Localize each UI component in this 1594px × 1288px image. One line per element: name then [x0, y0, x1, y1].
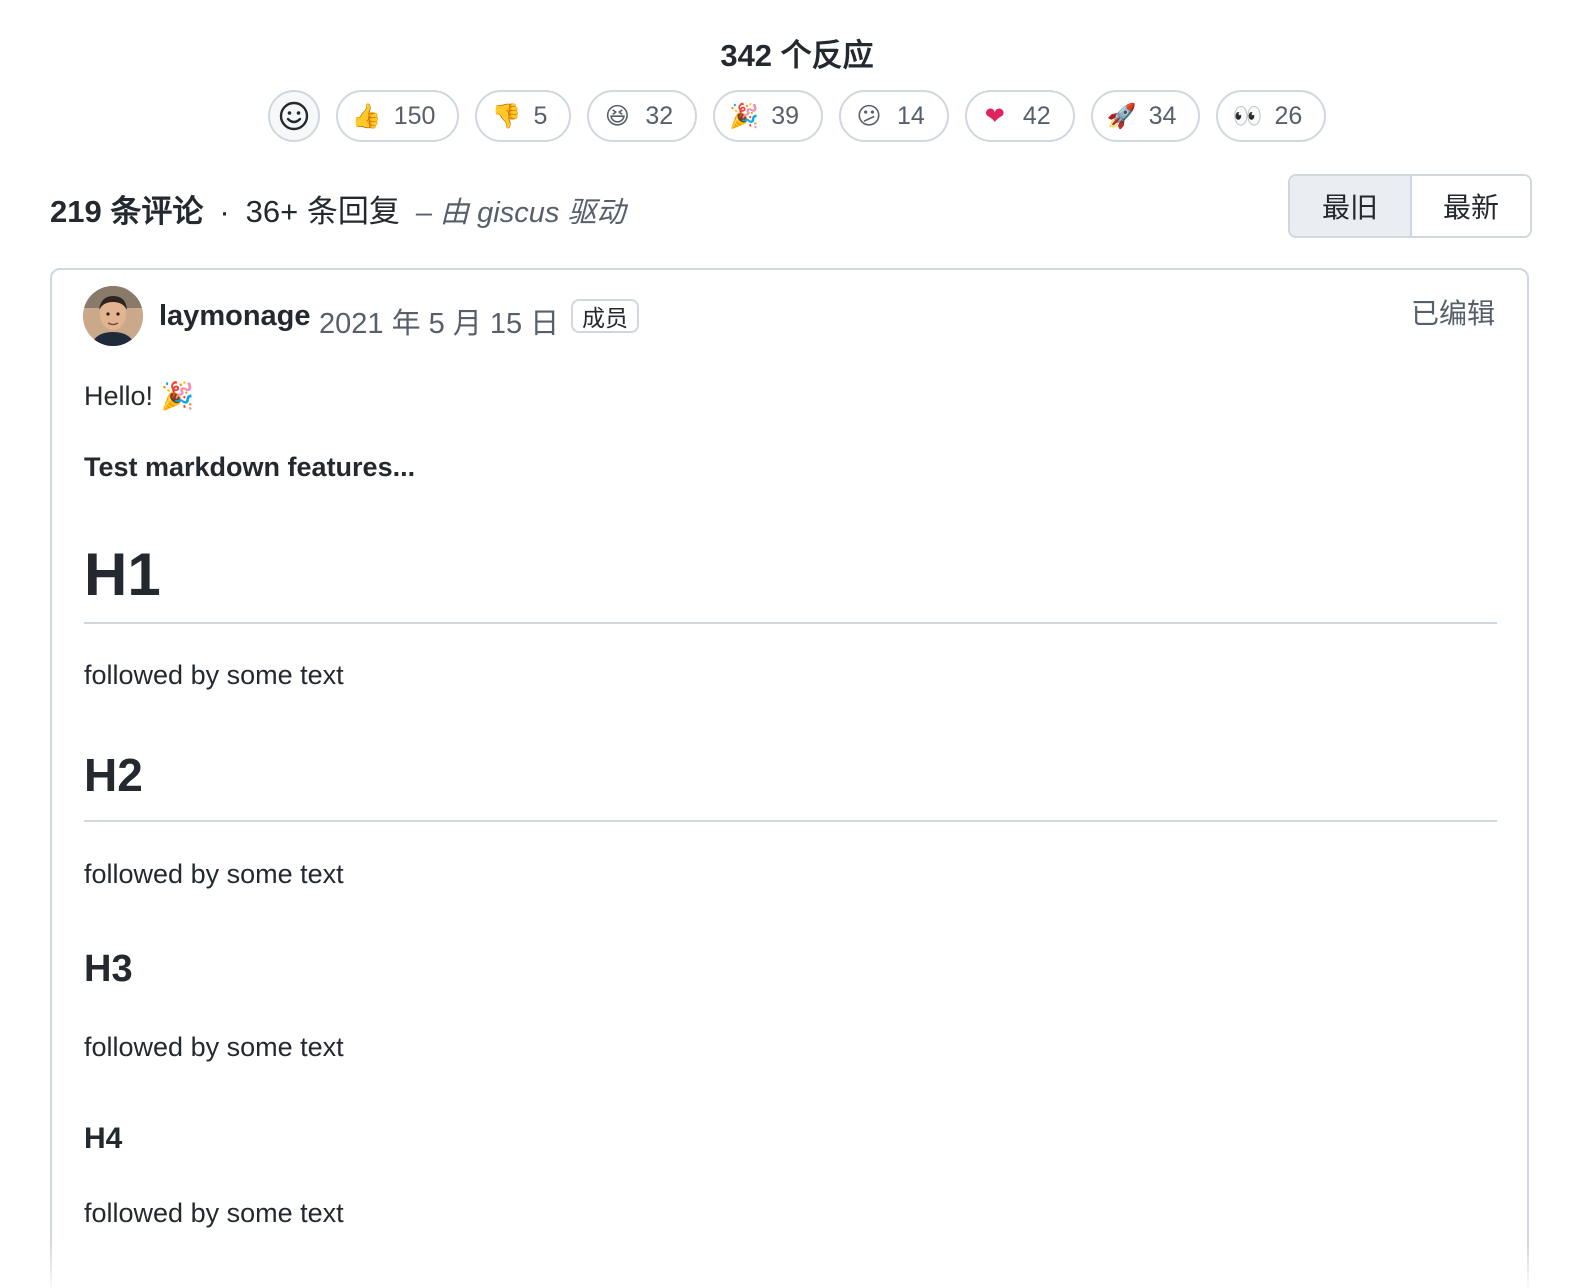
heading-divider — [84, 820, 1497, 822]
confused-face-icon: 😕 — [856, 102, 882, 130]
party-popper-icon: 🎉 — [729, 102, 760, 130]
sort-oldest-button[interactable]: 最旧 — [1290, 176, 1410, 236]
thumbs-down-icon: 👎 — [491, 102, 522, 130]
reaction-rocket-button[interactable]: 🚀 34 — [1090, 90, 1201, 142]
reaction-eyes-button[interactable]: 👀 26 — [1216, 90, 1327, 142]
body-paragraph: followed by some text — [84, 859, 344, 889]
reaction-laugh-button[interactable]: 😆 32 — [587, 90, 698, 142]
reaction-count: 34 — [1148, 101, 1177, 130]
member-badge: 成员 — [571, 299, 639, 333]
comment-date-link[interactable]: 2021 年 5 月 15 日 — [319, 300, 559, 342]
reaction-count: 39 — [771, 101, 799, 130]
reaction-confused-button[interactable]: 😕 14 — [839, 90, 949, 142]
heading-h4: H4 — [84, 1122, 123, 1155]
heading-h2: H2 — [84, 749, 143, 801]
reaction-count: 42 — [1022, 101, 1051, 130]
heart-icon: ❤ — [984, 102, 1005, 130]
sort-toggle: 最旧 最新 — [1288, 174, 1532, 238]
reaction-count: 26 — [1274, 101, 1303, 130]
reaction-count: 5 — [533, 101, 548, 130]
reply-count: 36+ 条回复 — [245, 194, 400, 229]
reaction-hooray-button[interactable]: 🎉 39 — [713, 90, 823, 142]
rocket-icon: 🚀 — [1106, 102, 1137, 130]
reaction-thumbs-up-button[interactable]: 👍 150 — [335, 90, 460, 142]
heading-h3: H3 — [84, 948, 133, 990]
laugh-icon: 😆 — [604, 102, 630, 130]
avatar[interactable] — [83, 286, 143, 346]
body-paragraph: followed by some text — [84, 1032, 344, 1062]
reaction-heart-button[interactable]: ❤ 42 — [964, 90, 1075, 142]
reaction-count: 32 — [645, 101, 674, 130]
thumbs-up-icon: 👍 — [351, 102, 382, 130]
body-paragraph: followed by some text — [84, 1198, 344, 1228]
reaction-bar: 👍 150 👎 5 😆 32 🎉 39 😕 14 ❤ 42 🚀 34 👀 26 — [0, 90, 1594, 142]
smiley-icon — [279, 101, 308, 131]
reaction-count: 150 — [393, 101, 436, 130]
reaction-thumbs-down-button[interactable]: 👎 5 — [475, 90, 572, 142]
sort-newest-button[interactable]: 最新 — [1410, 176, 1530, 236]
heading-divider — [84, 622, 1497, 624]
reactions-title: 342 个反应 — [720, 38, 874, 73]
comment-card: laymonage 2021 年 5 月 15 日 成员 已编辑 Hello! … — [50, 268, 1529, 1288]
add-reaction-button[interactable] — [267, 90, 320, 142]
user-avatar-icon — [83, 286, 143, 346]
body-paragraph: Hello! 🎉 — [84, 381, 195, 411]
bottom-fade — [0, 1240, 1594, 1288]
comment-count-line: 219 条评论 · 36+ 条回复 – 由 giscus 驱动 — [50, 186, 625, 231]
reaction-count: 14 — [897, 101, 925, 130]
comment-count: 219 条评论 — [50, 194, 204, 229]
heading-h1: H1 — [84, 541, 161, 608]
powered-by-giscus-link[interactable]: – 由 giscus 驱动 — [416, 189, 626, 231]
edited-indicator[interactable]: 已编辑 — [1411, 292, 1495, 332]
eyes-icon: 👀 — [1232, 102, 1263, 130]
comment-author-link[interactable]: laymonage — [159, 300, 311, 333]
body-paragraph: followed by some text — [84, 660, 344, 690]
body-bold-text: Test markdown features... — [84, 452, 416, 482]
separator-dot: · — [219, 194, 230, 229]
